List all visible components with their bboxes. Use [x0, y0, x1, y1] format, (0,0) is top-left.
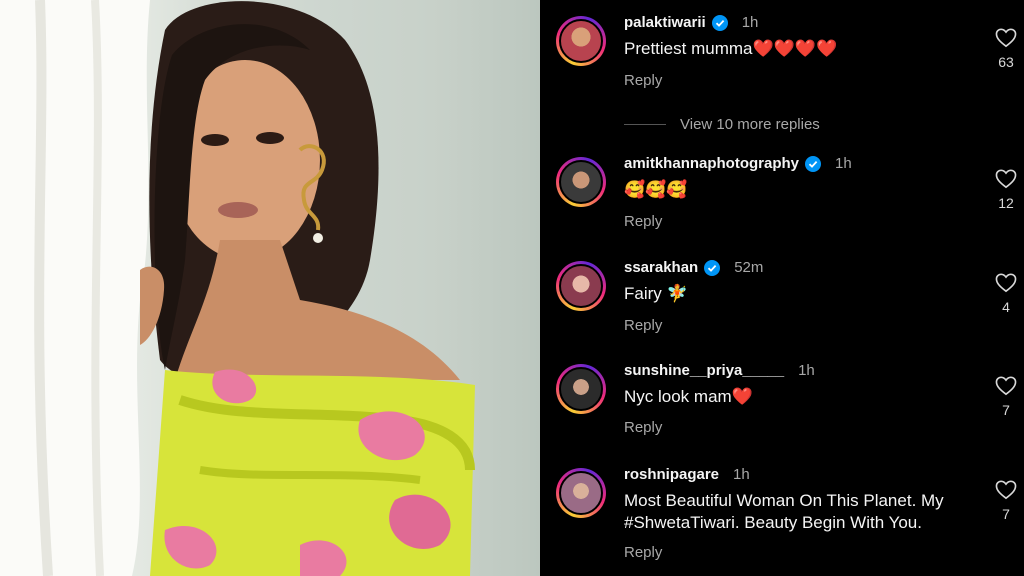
comment-item: palaktiwarii 1h Prettiest mumma❤️❤️❤️❤️ …: [540, 14, 1024, 133]
comment-text: Most Beautiful Woman On This Planet. My …: [624, 491, 944, 532]
username[interactable]: sunshine__priya_____: [624, 362, 784, 379]
comment-item: roshnipagare 1h Most Beautiful Woman On …: [540, 466, 1024, 571]
username[interactable]: roshnipagare: [624, 466, 719, 483]
avatar[interactable]: [556, 157, 606, 207]
verified-badge-icon: [805, 155, 822, 172]
comment-item: amitkhannaphotography 1h 🥰🥰🥰 Reply 12: [540, 155, 1024, 245]
comment-text: 🥰🥰🥰: [624, 180, 688, 199]
comment-time: 1h: [741, 14, 759, 31]
like-count: 7: [1002, 402, 1010, 418]
reply-button[interactable]: Reply: [624, 317, 662, 334]
avatar[interactable]: [556, 261, 606, 311]
comment-item: ssarakhan 52m Fairy 🧚 Reply 4: [540, 259, 1024, 349]
like-button[interactable]: 63: [994, 28, 1018, 70]
comment-time: 1h: [835, 155, 852, 172]
comment-text: Fairy 🧚: [624, 284, 688, 303]
verified-badge-icon: [704, 259, 721, 276]
view-more-replies[interactable]: View 10 more replies: [624, 116, 820, 133]
heart-outline-icon: [995, 169, 1017, 189]
reply-button[interactable]: Reply: [624, 213, 662, 230]
like-button[interactable]: 7: [994, 376, 1018, 418]
like-button[interactable]: 4: [994, 273, 1018, 315]
post-photo[interactable]: [0, 0, 540, 576]
heart-outline-icon: [995, 376, 1017, 396]
like-count: 12: [998, 195, 1014, 211]
comment-text: Nyc look mam❤️: [624, 387, 753, 406]
like-count: 4: [1002, 299, 1010, 315]
heart-outline-icon: [995, 273, 1017, 293]
avatar[interactable]: [556, 364, 606, 414]
reply-button[interactable]: Reply: [624, 544, 662, 561]
like-button[interactable]: 7: [994, 480, 1018, 522]
like-button[interactable]: 12: [994, 169, 1018, 211]
comment-time: 1h: [733, 466, 750, 483]
avatar[interactable]: [556, 16, 606, 66]
heart-outline-icon: [995, 480, 1017, 500]
username[interactable]: palaktiwarii: [624, 14, 706, 31]
avatar[interactable]: [556, 468, 606, 518]
verified-badge-icon: [711, 14, 728, 31]
comment-time: 1h: [798, 362, 815, 379]
like-count: 7: [1002, 506, 1010, 522]
comment-text: Prettiest mumma❤️❤️❤️❤️: [624, 39, 838, 58]
reply-button[interactable]: Reply: [624, 72, 662, 89]
like-count: 63: [998, 54, 1014, 70]
heart-outline-icon: [995, 28, 1017, 48]
divider-line: [624, 124, 666, 125]
reply-button[interactable]: Reply: [624, 419, 662, 436]
comment-time: 52m: [734, 259, 764, 276]
username[interactable]: amitkhannaphotography: [624, 155, 799, 172]
comments-panel: palaktiwarii 1h Prettiest mumma❤️❤️❤️❤️ …: [540, 0, 1024, 576]
username[interactable]: ssarakhan: [624, 259, 698, 276]
comment-item: sunshine__priya_____ 1h Nyc look mam❤️ R…: [540, 362, 1024, 452]
view-more-replies-label[interactable]: View 10 more replies: [680, 116, 820, 133]
post-photo-illustration: [0, 0, 475, 576]
